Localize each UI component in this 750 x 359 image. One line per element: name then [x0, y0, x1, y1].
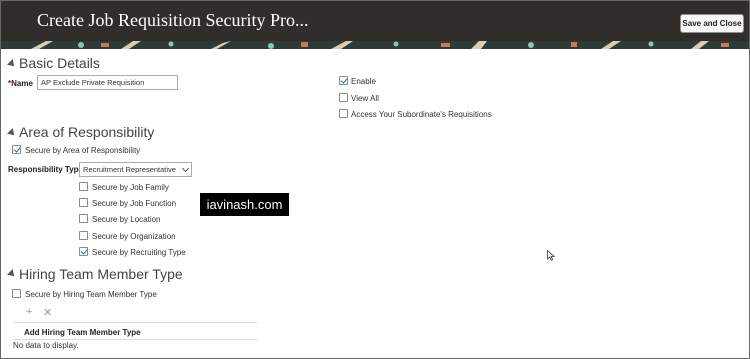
secure-by-job-family-checkbox[interactable]	[79, 182, 88, 191]
secure-by-job-function-label: Secure by Job Function	[92, 199, 177, 208]
secure-by-organization-checkbox[interactable]	[79, 231, 88, 240]
section-title-area-of-responsibility: Area of Responsibility	[19, 124, 155, 140]
responsibility-type-label: Responsibility Type	[8, 165, 83, 174]
secure-by-location-label: Secure by Location	[92, 215, 161, 224]
main-content: Basic Details *Name AP Exclude Private R…	[1, 49, 749, 358]
mouse-cursor-icon	[547, 250, 555, 261]
secure-by-hiring-team-checkbox[interactable]	[12, 289, 21, 298]
name-label: *Name	[8, 79, 33, 88]
save-and-close-button[interactable]: Save and Close	[680, 14, 744, 33]
secure-by-recruiting-type-checkbox[interactable]	[79, 247, 88, 256]
chevron-down-icon	[181, 164, 190, 173]
secure-by-hiring-team-label: Secure by Hiring Team Member Type	[25, 290, 157, 299]
page-header: Create Job Requisition Security Pro... S…	[1, 1, 749, 41]
secure-by-location-checkbox[interactable]	[79, 214, 88, 223]
section-title-basic-details: Basic Details	[19, 55, 100, 71]
table-header: Add Hiring Team Member Type	[13, 322, 257, 340]
app-window: Create Job Requisition Security Pro... S…	[0, 0, 750, 359]
watermark-badge: iavinash.com	[200, 193, 289, 216]
enable-checkbox[interactable]	[339, 76, 348, 85]
x-icon[interactable]: ✕	[43, 306, 52, 319]
responsibility-type-value: Recruitment Representative	[83, 165, 176, 174]
secure-by-aor-label: Secure by Area of Responsibility	[25, 146, 141, 155]
secure-by-aor-checkbox[interactable]	[12, 145, 21, 154]
collapse-triangle-icon[interactable]	[7, 59, 17, 69]
subordinate-label: Access Your Subordinate's Requisitions	[351, 110, 492, 119]
name-input[interactable]: AP Exclude Private Requisition	[37, 75, 178, 90]
collapse-triangle-icon[interactable]	[7, 128, 17, 138]
secure-by-recruiting-type-label: Secure by Recruiting Type	[92, 248, 186, 257]
empty-table-message: No data to display.	[13, 341, 79, 350]
secure-by-organization-label: Secure by Organization	[92, 232, 176, 241]
enable-label: Enable	[351, 77, 376, 86]
decorative-banner	[1, 41, 749, 49]
collapse-triangle-icon[interactable]	[7, 269, 17, 279]
plus-icon[interactable]: +	[26, 306, 32, 318]
subordinate-checkbox[interactable]	[339, 109, 348, 118]
view-all-label: View All	[351, 94, 379, 103]
page-title: Create Job Requisition Security Pro...	[37, 10, 309, 30]
name-label-text: Name	[11, 79, 33, 88]
secure-by-job-family-label: Secure by Job Family	[92, 183, 169, 192]
view-all-checkbox[interactable]	[339, 93, 348, 102]
responsibility-type-select[interactable]: Recruitment Representative	[79, 162, 192, 177]
secure-by-job-function-checkbox[interactable]	[79, 198, 88, 207]
section-title-hiring-team: Hiring Team Member Type	[19, 266, 183, 282]
column-header-add-hiring-team-member-type[interactable]: Add Hiring Team Member Type	[24, 328, 141, 337]
